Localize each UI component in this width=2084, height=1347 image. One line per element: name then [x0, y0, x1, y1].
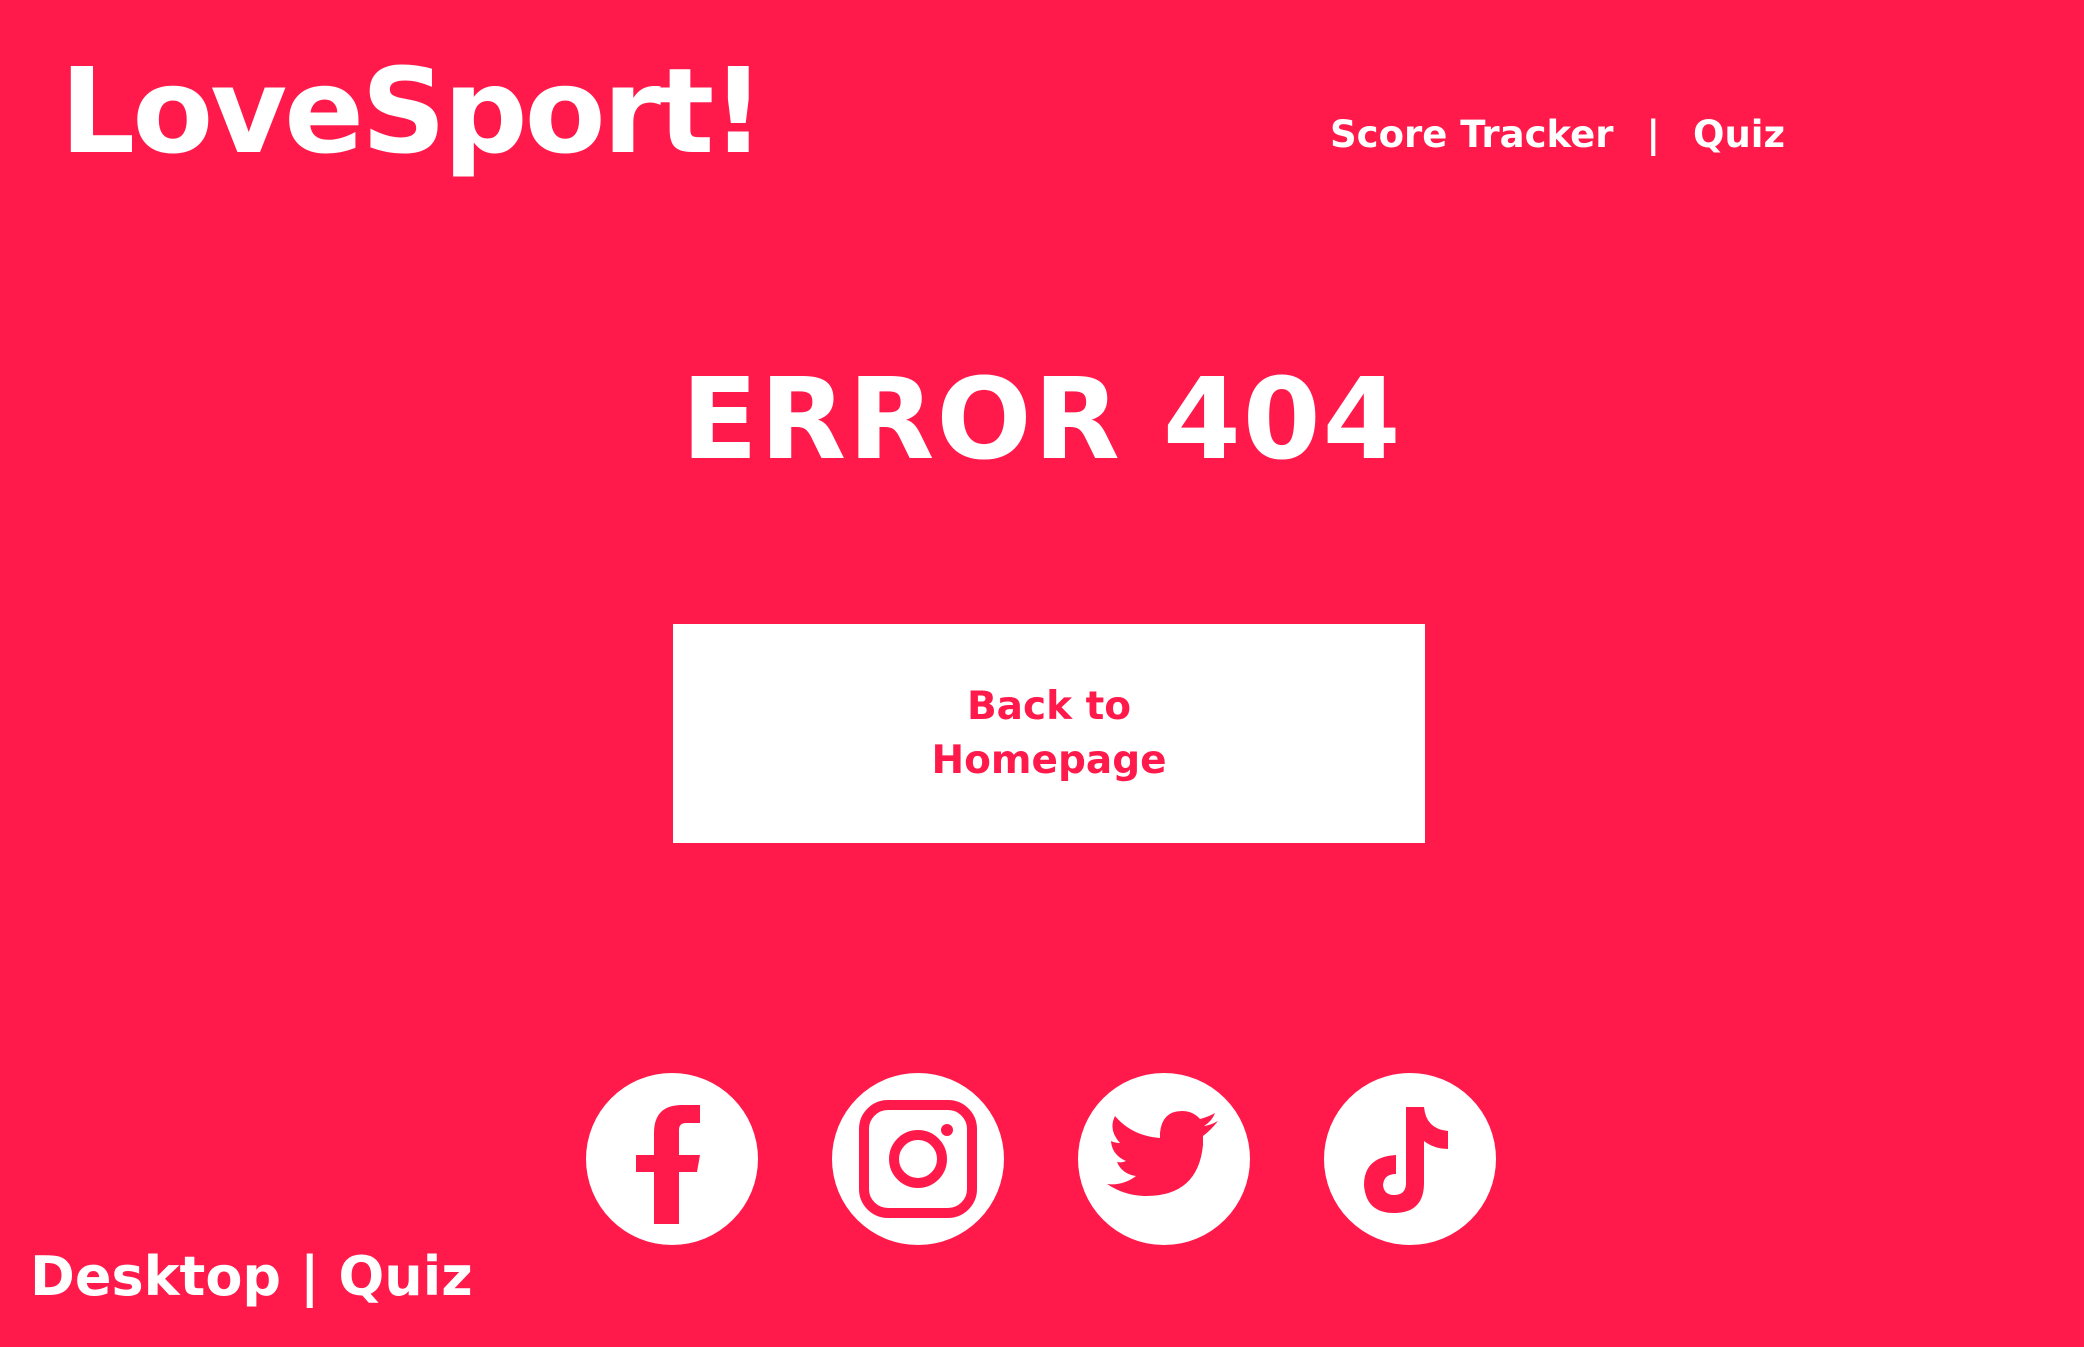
instagram-link[interactable] [832, 1073, 1004, 1245]
site-logo[interactable]: LoveSport! [60, 52, 765, 170]
nav-link-quiz[interactable]: Quiz [1693, 113, 1785, 156]
twitter-link[interactable] [1078, 1073, 1250, 1245]
twitter-icon [1107, 1111, 1218, 1196]
footer-label: Desktop | Quiz [30, 1245, 473, 1308]
facebook-icon [636, 1105, 700, 1224]
tiktok-link[interactable] [1324, 1073, 1496, 1245]
top-nav: Score Tracker | Quiz [1330, 110, 1785, 158]
back-to-homepage-button[interactable]: Back to Homepage [673, 624, 1425, 843]
instagram-icon [859, 1100, 977, 1218]
back-button-line-2: Homepage [931, 737, 1167, 783]
error-title: ERROR 404 [681, 355, 1403, 485]
tiktok-icon [1364, 1107, 1448, 1213]
facebook-link[interactable] [586, 1073, 758, 1245]
nav-separator: | [1646, 112, 1661, 156]
back-button-line-1: Back to [966, 683, 1132, 729]
nav-link-score-tracker[interactable]: Score Tracker [1330, 113, 1614, 156]
